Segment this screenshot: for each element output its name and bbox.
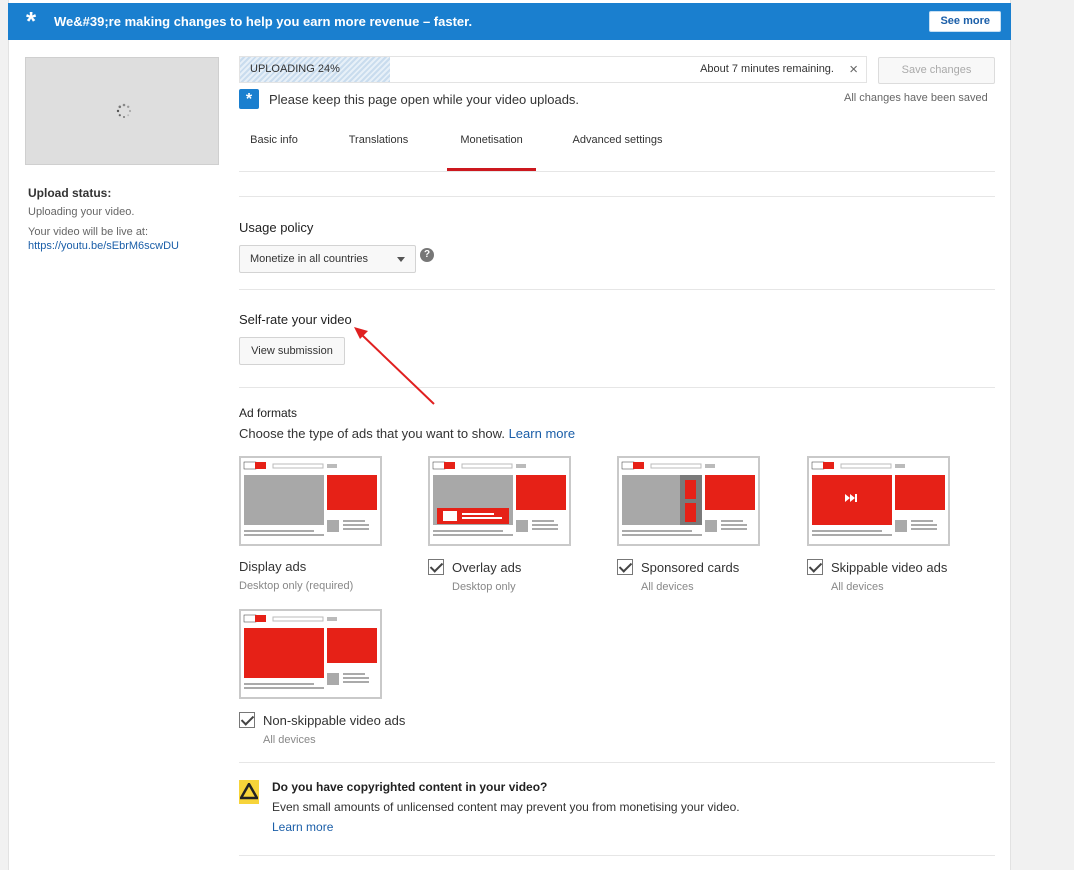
non-skippable-video-ads-preview xyxy=(239,609,382,699)
copyright-learn-more-link[interactable]: Learn more xyxy=(272,820,333,834)
self-rate-title: Self-rate your video xyxy=(239,312,352,327)
tab-advanced-settings[interactable]: Advanced settings xyxy=(565,124,670,171)
copyright-question: Do you have copyrighted content in your … xyxy=(272,780,548,794)
save-changes-button[interactable]: Save changes xyxy=(878,57,995,84)
sponsored-cards-label: Sponsored cards xyxy=(641,560,740,575)
saved-status-text: All changes have been saved xyxy=(844,92,988,104)
skippable-video-ads-sub: All devices xyxy=(831,581,884,593)
sponsored-cards-sub: All devices xyxy=(641,581,694,593)
asterisk-icon: * xyxy=(239,89,259,109)
overlay-ads-label: Overlay ads xyxy=(452,560,522,575)
non-skippable-video-ads-sub: All devices xyxy=(263,734,316,746)
copyright-description: Even small amounts of unlicensed content… xyxy=(272,800,740,814)
upload-status-title: Upload status: xyxy=(28,186,112,200)
ad-formats-description: Choose the type of ads that you want to … xyxy=(239,426,575,441)
ad-formats-description-text: Choose the type of ads that you want to … xyxy=(239,426,505,441)
skippable-video-ads-checkbox[interactable] xyxy=(807,559,823,575)
tab-monetisation[interactable]: Monetisation xyxy=(447,124,536,171)
divider xyxy=(239,762,995,763)
usage-policy-selected: Monetize in all countries xyxy=(250,253,369,265)
close-icon[interactable]: × xyxy=(849,61,858,78)
usage-policy-title: Usage policy xyxy=(239,220,314,235)
tab-bar: Basic info Translations Monetisation Adv… xyxy=(239,124,995,172)
app-root: * We&#39;re making changes to help you e… xyxy=(0,0,1074,870)
upload-status-text: Uploading your video. xyxy=(28,206,135,218)
non-skippable-video-ads-checkbox[interactable] xyxy=(239,712,255,728)
divider xyxy=(239,387,995,388)
copyright-notice: Do you have copyrighted content in your … xyxy=(239,777,995,837)
overlay-ads-checkbox[interactable] xyxy=(428,559,444,575)
keep-open-notice: * Please keep this page open while your … xyxy=(239,89,579,109)
see-more-button[interactable]: See more xyxy=(929,11,1001,32)
announcement-banner: * We&#39;re making changes to help you e… xyxy=(8,3,1011,40)
divider xyxy=(239,855,995,856)
overlay-ads-sub: Desktop only xyxy=(452,581,516,593)
ad-formats-learn-more-link[interactable]: Learn more xyxy=(509,426,575,441)
time-remaining-text: About 7 minutes remaining. xyxy=(700,63,834,75)
upload-progress-label: UPLOADING 24% xyxy=(250,63,340,75)
usage-policy-select[interactable]: Monetize in all countries xyxy=(239,245,416,273)
tab-basic-info[interactable]: Basic info xyxy=(239,124,309,171)
display-ads-label: Display ads xyxy=(239,559,307,574)
view-submission-button[interactable]: View submission xyxy=(239,337,345,365)
upload-progress-bar: UPLOADING 24% About 7 minutes remaining.… xyxy=(239,56,867,83)
video-url-link[interactable]: https://youtu.be/sEbrM6scwDU xyxy=(28,240,179,252)
skippable-video-ads-preview xyxy=(807,456,950,546)
divider xyxy=(239,196,995,197)
non-skippable-video-ads-label: Non-skippable video ads xyxy=(263,713,406,728)
help-icon[interactable]: ? xyxy=(420,248,434,262)
video-thumbnail xyxy=(25,57,219,165)
keep-open-text: Please keep this page open while your vi… xyxy=(269,91,580,107)
asterisk-icon: * xyxy=(25,6,37,36)
display-ads-preview xyxy=(239,456,382,546)
overlay-ads-preview xyxy=(428,456,571,546)
live-at-label: Your video will be live at: xyxy=(28,226,149,238)
warning-icon xyxy=(239,780,259,804)
sponsored-cards-preview xyxy=(617,456,760,546)
loading-spinner-icon xyxy=(116,103,132,118)
caret-down-icon xyxy=(397,257,405,262)
skippable-video-ads-label: Skippable video ads xyxy=(831,560,948,575)
display-ads-sub: Desktop only (required) xyxy=(239,580,354,592)
sponsored-cards-checkbox[interactable] xyxy=(617,559,633,575)
ad-formats-title: Ad formats xyxy=(239,406,298,420)
tab-translations[interactable]: Translations xyxy=(336,124,421,171)
banner-message: We&#39;re making changes to help you ear… xyxy=(54,14,473,29)
divider xyxy=(239,289,995,290)
